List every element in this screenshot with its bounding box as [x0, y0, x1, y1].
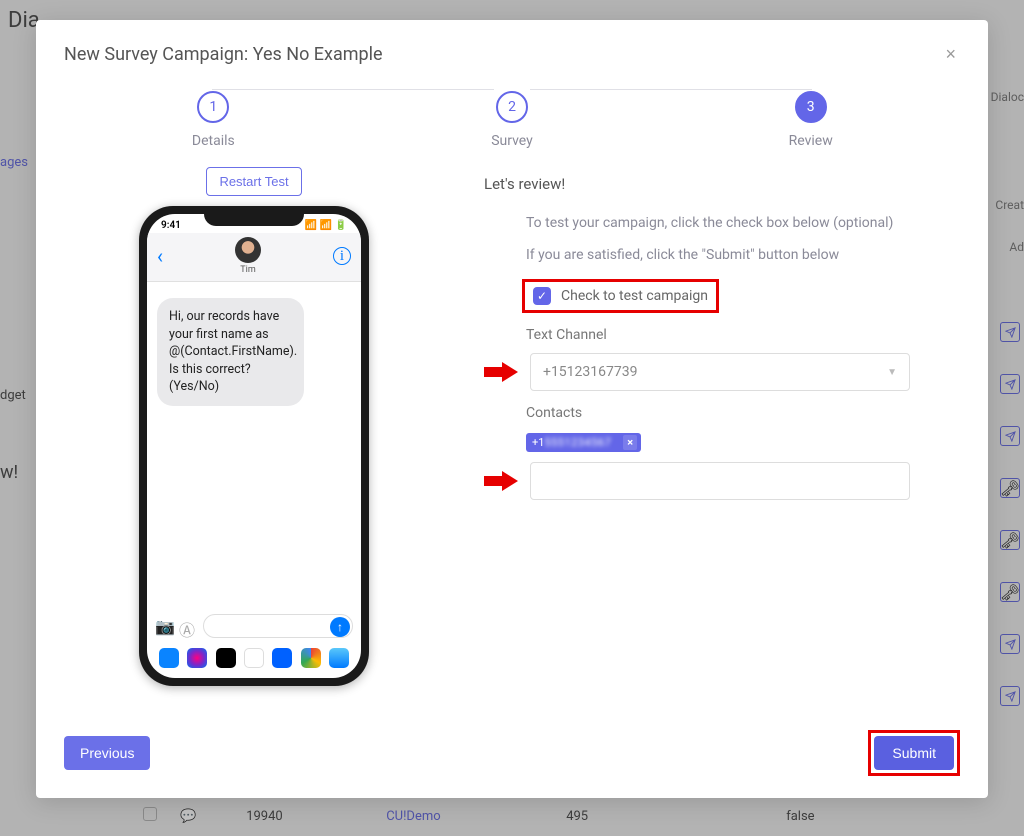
modal-title: New Survey Campaign: Yes No Example	[64, 44, 383, 65]
phone-app-tray	[147, 646, 361, 670]
select-value: +15123167739	[543, 364, 638, 380]
contacts-input-row	[484, 462, 960, 500]
modal-header: New Survey Campaign: Yes No Example ×	[36, 20, 988, 73]
previous-button[interactable]: Previous	[64, 736, 150, 770]
step-label: Details	[64, 133, 363, 149]
annotation-arrow-icon	[484, 471, 520, 491]
app-icon[interactable]	[187, 648, 207, 668]
test-campaign-checkbox-row[interactable]: ✓ Check to test campaign	[522, 279, 719, 313]
text-channel-row: +15123167739 ▼	[484, 353, 960, 391]
phone-time: 9:41	[161, 220, 181, 231]
apple-pay-icon[interactable]	[216, 648, 236, 668]
text-channel-select[interactable]: +15123167739 ▼	[530, 353, 910, 391]
modal-footer: Previous Submit	[36, 712, 988, 798]
campaign-modal: New Survey Campaign: Yes No Example × 1 …	[36, 20, 988, 798]
step-connector	[530, 89, 812, 90]
submit-button[interactable]: Submit	[874, 736, 954, 770]
preview-column: Restart Test 9:41 📶 📶 🔋 ‹ Tim i	[64, 167, 444, 702]
contact-tag-prefix: +1	[532, 436, 544, 449]
phone-header: ‹ Tim i	[147, 233, 361, 282]
checkbox-checked-icon[interactable]: ✓	[533, 287, 551, 305]
app-icon[interactable]	[244, 648, 264, 668]
checkbox-label: Check to test campaign	[561, 288, 708, 304]
phone-screen: 9:41 📶 📶 🔋 ‹ Tim i Hi, our records have …	[147, 214, 361, 678]
phone-signal-icons: 📶 📶 🔋	[305, 220, 347, 231]
dropbox-icon[interactable]	[272, 648, 292, 668]
modal-body: Restart Test 9:41 📶 📶 🔋 ‹ Tim i	[36, 157, 988, 712]
chevron-down-icon: ▼	[887, 367, 897, 378]
appstore-icon[interactable]: Ⓐ	[179, 617, 197, 635]
step-details[interactable]: 1 Details	[64, 91, 363, 149]
message-bubble: Hi, our records have your first name as …	[157, 298, 304, 406]
step-survey[interactable]: 2 Survey	[363, 91, 662, 149]
review-instruction-2: If you are satisfied, click the "Submit"…	[484, 247, 960, 263]
step-number: 1	[197, 91, 229, 123]
info-icon[interactable]: i	[333, 247, 351, 265]
text-channel-label: Text Channel	[484, 327, 960, 343]
contact-tag[interactable]: +15551234567 ×	[526, 433, 641, 452]
step-number: 2	[496, 91, 528, 123]
send-icon[interactable]: ↑	[330, 617, 350, 637]
phone-messages: Hi, our records have your first name as …	[147, 282, 361, 602]
contact-name: Tim	[235, 265, 261, 275]
photos-icon[interactable]	[301, 648, 321, 668]
review-instruction-1: To test your campaign, click the check b…	[484, 215, 960, 231]
contacts-input[interactable]	[530, 462, 910, 500]
app-icon[interactable]	[159, 648, 179, 668]
contact-tag-redacted: 5551234567	[544, 436, 611, 449]
stepper: 1 Details 2 Survey 3 Review	[36, 73, 988, 157]
contacts-label: Contacts	[484, 405, 960, 421]
back-icon[interactable]: ‹	[157, 244, 163, 268]
review-column: Let's review! To test your campaign, cli…	[484, 167, 960, 702]
phone-text-input[interactable]: ↑	[203, 614, 353, 638]
step-number: 3	[795, 91, 827, 123]
step-review[interactable]: 3 Review	[661, 91, 960, 149]
step-connector	[212, 89, 494, 90]
avatar	[235, 237, 261, 263]
step-label: Review	[661, 133, 960, 149]
phone-contact[interactable]: Tim	[235, 237, 261, 275]
review-heading: Let's review!	[484, 175, 960, 193]
phone-notch	[204, 206, 304, 226]
close-button[interactable]: ×	[941, 44, 960, 65]
annotation-arrow-icon	[484, 362, 520, 382]
phone-input-bar: 📷 Ⓐ ↑	[147, 610, 361, 642]
submit-highlight: Submit	[868, 730, 960, 776]
phone-preview: 9:41 📶 📶 🔋 ‹ Tim i Hi, our records have …	[139, 206, 369, 686]
remove-tag-icon[interactable]: ×	[623, 435, 637, 450]
camera-icon[interactable]: 📷	[155, 617, 173, 635]
step-label: Survey	[363, 133, 662, 149]
restart-test-button[interactable]: Restart Test	[206, 167, 301, 196]
app-icon[interactable]	[329, 648, 349, 668]
